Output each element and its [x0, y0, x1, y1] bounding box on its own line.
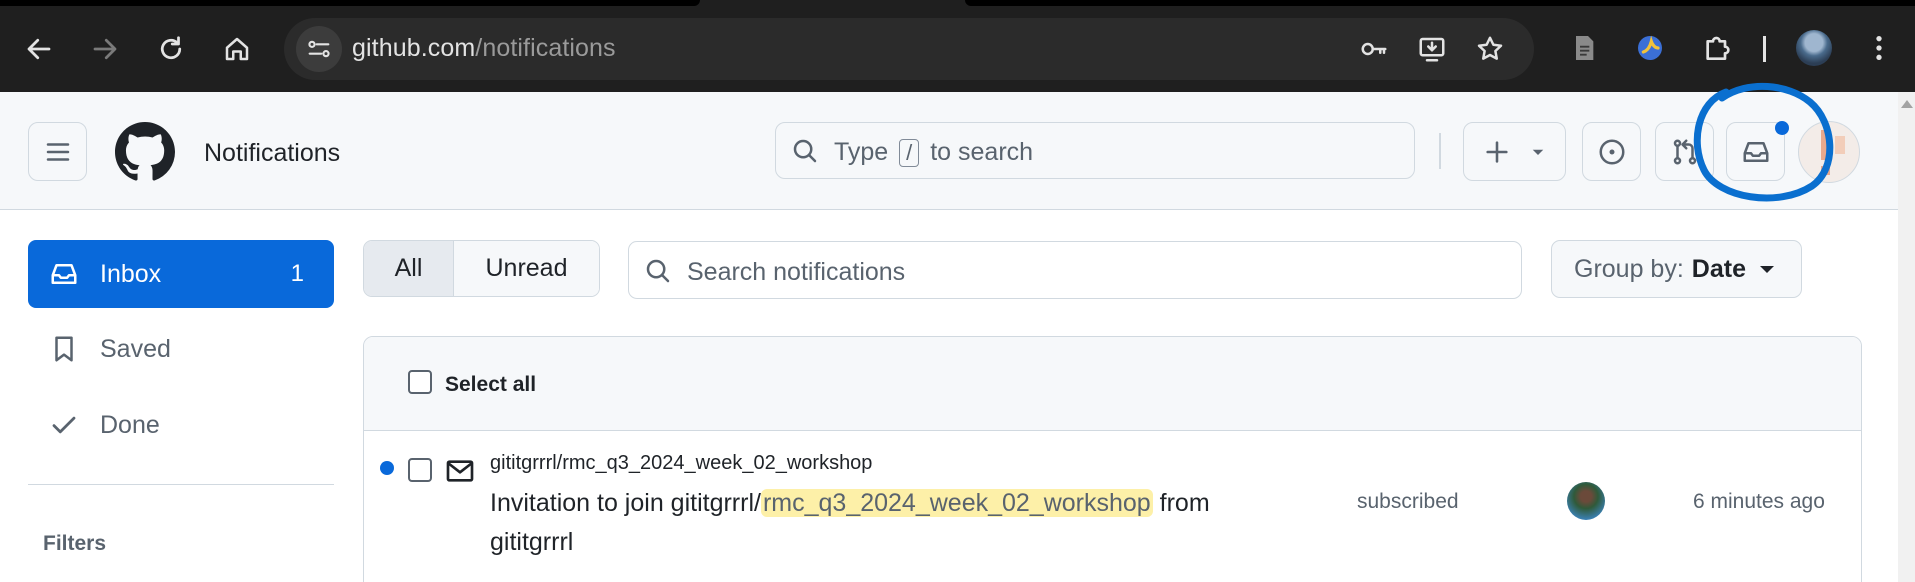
bookmark-star-icon	[1477, 36, 1503, 60]
extensions-menu-button[interactable]	[1697, 28, 1737, 68]
pull-requests-button[interactable]	[1655, 122, 1714, 181]
notification-time: 6 minutes ago	[1693, 490, 1825, 513]
filter-unread-button[interactable]: Unread	[454, 241, 599, 296]
browser-menu-button[interactable]	[1859, 28, 1899, 68]
header-divider	[1439, 133, 1441, 169]
list-header: Select all	[364, 337, 1861, 431]
reading-mode-button[interactable]	[1564, 28, 1604, 68]
read-filter-segmented-control: All Unread	[363, 240, 600, 297]
plus-icon	[1485, 140, 1508, 163]
toolbar-divider	[1763, 36, 1766, 62]
notification-repo[interactable]: gititgrrrl/rmc_q3_2024_week_02_workshop	[490, 452, 872, 475]
bookmark-icon	[28, 334, 100, 364]
issues-icon	[1599, 139, 1624, 164]
search-icon	[646, 259, 670, 283]
sidebar-item-saved[interactable]: Saved	[28, 315, 334, 383]
chevron-down-icon	[1759, 265, 1774, 273]
create-new-button[interactable]	[1463, 122, 1566, 181]
sidebar-item-inbox[interactable]: Inbox 1	[28, 240, 334, 308]
notification-title[interactable]: Invitation to join gititgrrrl/rmc_q3_202…	[490, 484, 1250, 562]
inbox-icon	[1743, 141, 1768, 162]
reading-mode-icon	[1576, 36, 1594, 60]
sidebar-item-label: Saved	[100, 334, 171, 363]
global-nav-button[interactable]	[28, 122, 87, 181]
mail-icon	[446, 460, 474, 482]
url-host: github.com	[352, 34, 476, 62]
filter-all-button[interactable]: All	[364, 241, 454, 296]
notifications-search-input[interactable]: Search notifications	[628, 241, 1522, 299]
notification-checkbox[interactable]	[408, 458, 432, 482]
group-by-value: Date	[1691, 254, 1746, 283]
page-title: Notifications	[204, 139, 341, 167]
sidebar-item-label: Done	[100, 410, 160, 439]
sidebar-item-label: Inbox	[100, 259, 162, 288]
forward-button[interactable]	[82, 26, 128, 72]
check-icon	[28, 410, 100, 440]
install-app-button[interactable]	[1413, 30, 1451, 68]
search-suffix: to search	[930, 138, 1034, 166]
select-all-checkbox[interactable]	[408, 370, 432, 394]
inbox-icon	[28, 259, 100, 289]
reload-icon	[160, 36, 182, 60]
search-shortcut-key: /	[899, 139, 920, 167]
search-placeholder: Search notifications	[687, 258, 906, 286]
global-search-input[interactable]: Type / to search	[775, 122, 1415, 179]
sidebar-item-done[interactable]: Done	[28, 391, 334, 459]
tab-strip-left	[0, 0, 700, 6]
extensions-puzzle-icon	[1706, 36, 1730, 60]
bookmark-star-button[interactable]	[1471, 30, 1509, 68]
url-text[interactable]: github.com/notifications	[352, 34, 616, 63]
select-all-label[interactable]: Select all	[445, 373, 536, 397]
notifications-list: Select all gititgrrrl/rmc_q3_2024_week_0…	[363, 336, 1862, 582]
github-logo[interactable]	[115, 122, 175, 182]
tab-strip-right	[965, 0, 1915, 6]
scroll-up-arrow-icon[interactable]	[1901, 100, 1913, 108]
chevron-down-icon	[1532, 149, 1543, 155]
group-by-dropdown[interactable]: Group by: Date	[1551, 240, 1802, 298]
group-by-label: Group by:	[1574, 254, 1684, 283]
reload-button[interactable]	[148, 26, 194, 72]
notification-reason: subscribed	[1357, 490, 1459, 513]
site-info-icon	[308, 40, 330, 58]
user-avatar-image	[1821, 130, 1845, 175]
author-avatar[interactable]	[1567, 482, 1605, 520]
user-avatar[interactable]	[1798, 121, 1860, 183]
home-icon	[225, 37, 249, 61]
title-highlight: rmc_q3_2024_week_02_workshop	[760, 489, 1153, 517]
browser-toolbar: github.com/notifications	[0, 0, 1915, 92]
site-info-button[interactable]	[296, 26, 342, 72]
unread-indicator	[380, 461, 394, 475]
page-scrollbar[interactable]	[1898, 92, 1915, 582]
notification-indicator	[1775, 121, 1789, 135]
issues-button[interactable]	[1582, 122, 1641, 181]
pull-requests-icon	[1673, 139, 1696, 164]
search-prefix: Type	[834, 138, 889, 166]
install-app-icon	[1419, 37, 1445, 62]
extension-button[interactable]	[1630, 28, 1670, 68]
forward-icon	[93, 38, 117, 60]
filters-heading: Filters	[43, 532, 107, 555]
hamburger-icon	[46, 142, 69, 161]
search-placeholder: Type / to search	[834, 138, 1033, 167]
password-key-button[interactable]	[1355, 30, 1393, 68]
back-icon	[27, 38, 51, 60]
menu-kebab-icon	[1876, 36, 1882, 60]
password-key-icon	[1361, 42, 1387, 56]
back-button[interactable]	[16, 26, 62, 72]
home-button[interactable]	[214, 26, 260, 72]
url-path: /notifications	[475, 34, 616, 62]
inbox-count: 1	[290, 260, 304, 287]
search-icon	[793, 139, 817, 163]
profile-avatar[interactable]	[1796, 30, 1832, 66]
address-bar[interactable]: github.com/notifications	[284, 18, 1534, 80]
sidebar-divider	[28, 484, 334, 485]
title-prefix: Invitation to join gititgrrrl/	[490, 489, 761, 517]
extension-icon	[1638, 35, 1662, 60]
